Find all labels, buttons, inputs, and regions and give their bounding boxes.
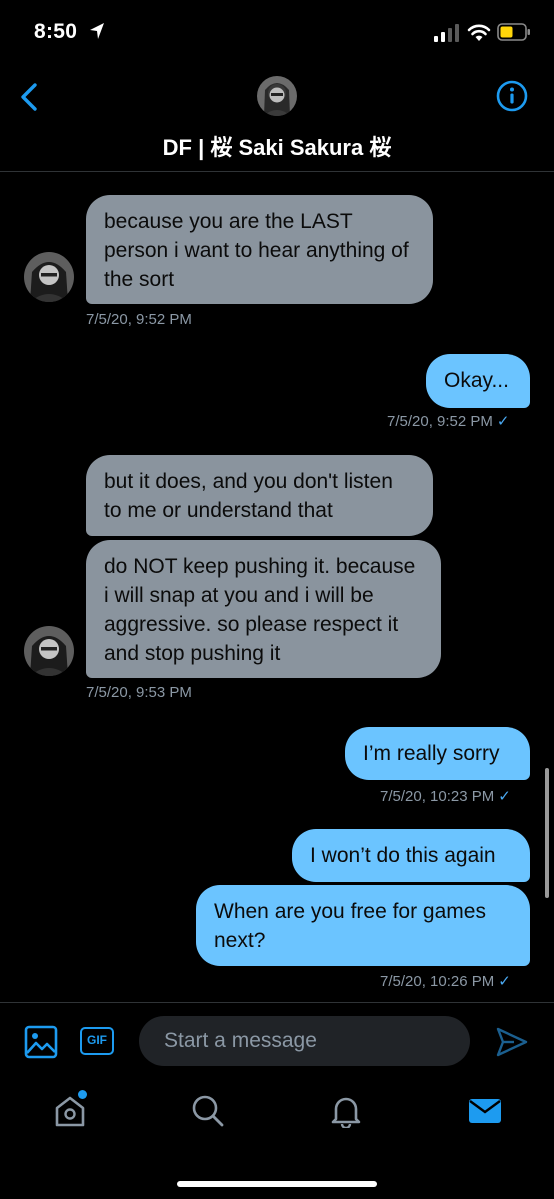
message-timestamp: 7/5/20, 10:23 PM ✓ (380, 788, 511, 805)
search-icon[interactable] (191, 1094, 225, 1128)
message-bubble-outgoing[interactable]: I won’t do this again (292, 829, 530, 882)
message-bubble-outgoing[interactable]: Okay... (426, 354, 530, 408)
message-bubble-outgoing[interactable]: When are you free for games next? (196, 885, 530, 966)
image-icon[interactable] (24, 1025, 58, 1059)
read-check-icon: ✓ (498, 973, 511, 990)
scrollbar[interactable] (545, 768, 549, 898)
gif-button[interactable]: GIF (80, 1027, 114, 1055)
back-chevron-icon[interactable] (16, 82, 42, 112)
location-arrow-icon (90, 23, 104, 39)
contact-avatar[interactable] (257, 76, 297, 116)
message-timestamp: 7/5/20, 10:26 PM ✓ (380, 973, 511, 990)
message-timestamp: 7/5/20, 9:52 PM (86, 311, 192, 328)
message-composer: GIF (0, 1002, 554, 1078)
message-bubble-outgoing[interactable]: I’m really sorry (345, 727, 530, 780)
notification-dot (78, 1090, 87, 1099)
read-check-icon: ✓ (496, 413, 510, 430)
message-timestamp: 7/5/20, 9:53 PM (86, 684, 192, 701)
sender-avatar[interactable] (24, 252, 74, 302)
message-input[interactable] (139, 1016, 470, 1066)
battery-icon (497, 23, 530, 41)
message-bubble-incoming[interactable]: but it does, and you don't listen to me … (86, 455, 433, 536)
wifi-icon (467, 24, 491, 41)
home-icon[interactable] (53, 1094, 87, 1128)
mail-icon[interactable] (467, 1094, 503, 1128)
send-icon[interactable] (496, 1027, 528, 1057)
read-check-icon: ✓ (498, 788, 511, 805)
conversation-header: DF | 桜 Saki Sakura 桜 (0, 62, 554, 172)
cellular-signal-icon (434, 24, 459, 42)
message-bubble-incoming[interactable]: because you are the LAST person i want t… (86, 195, 433, 304)
home-indicator[interactable] (177, 1181, 377, 1187)
status-bar: 8:50 (0, 0, 554, 62)
info-icon[interactable] (496, 80, 528, 112)
conversation-title: DF | 桜 Saki Sakura 桜 (162, 135, 392, 160)
bell-icon[interactable] (329, 1094, 363, 1128)
sender-avatar[interactable] (24, 626, 74, 676)
message-bubble-incoming[interactable]: do NOT keep pushing it. because i will s… (86, 540, 441, 678)
message-timestamp: 7/5/20, 9:52 PM ✓ (387, 413, 510, 430)
status-time: 8:50 (34, 20, 78, 43)
